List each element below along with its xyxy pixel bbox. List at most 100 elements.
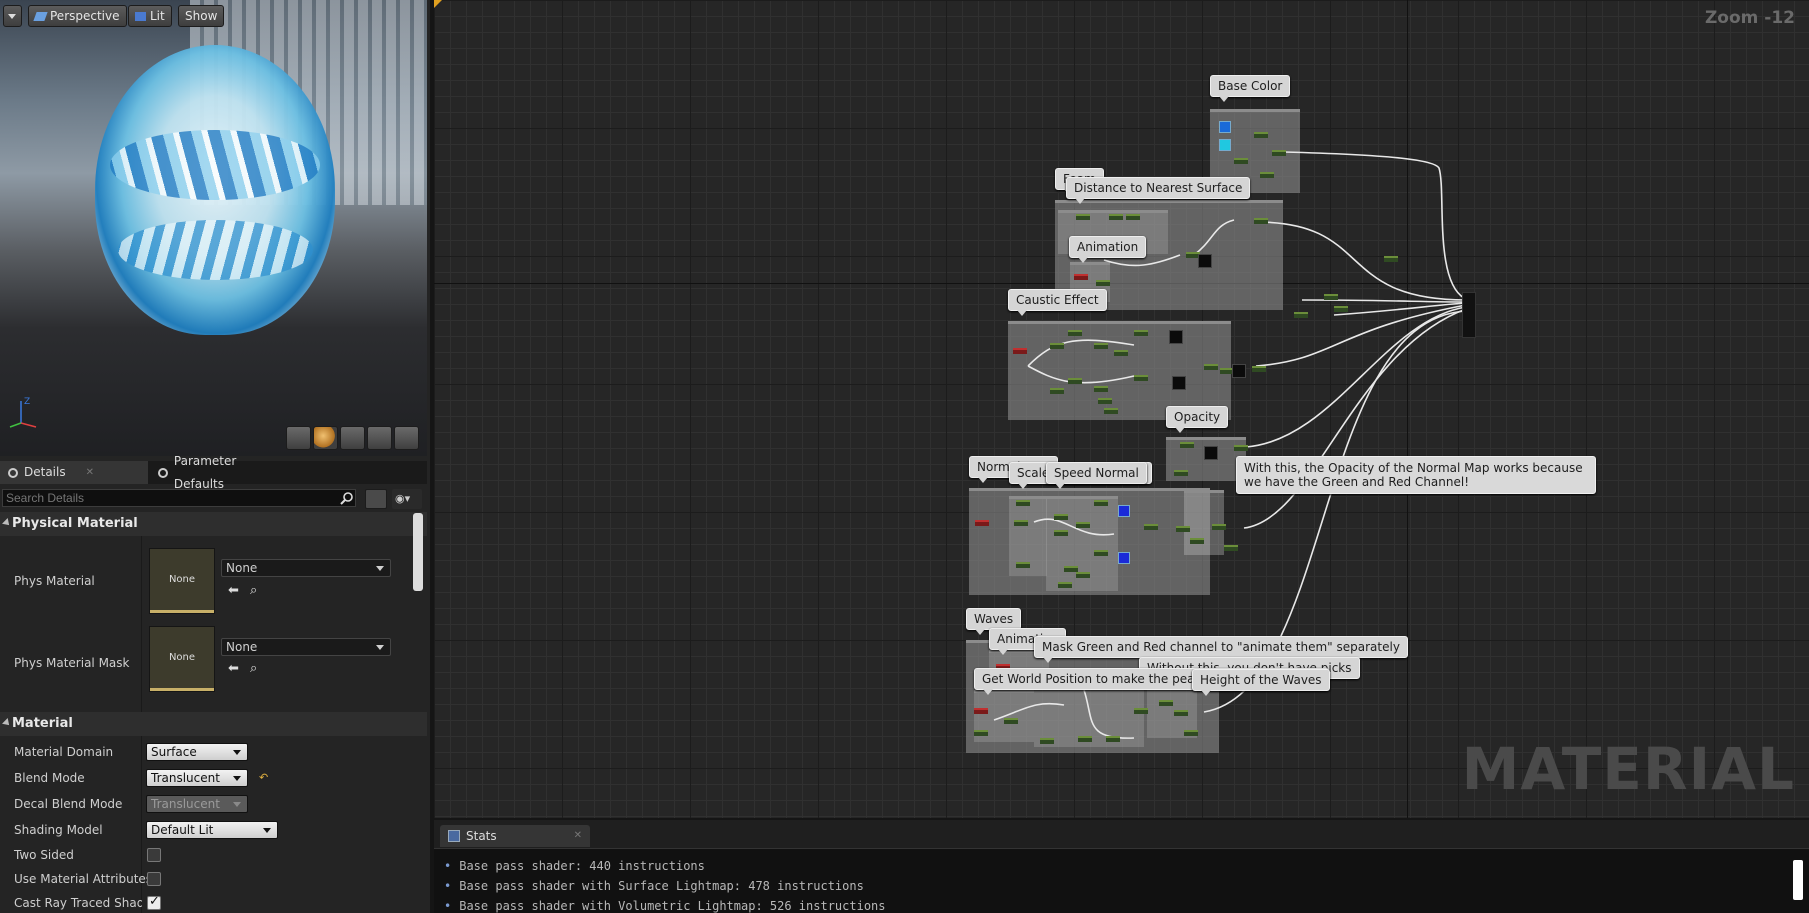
details-scrollbar[interactable]: [413, 513, 423, 591]
distance-node[interactable]: [1076, 214, 1090, 220]
world-position-node[interactable]: [974, 708, 988, 714]
scalar-node[interactable]: [1334, 306, 1348, 312]
color-param-node[interactable]: [1219, 139, 1231, 151]
multiply-node[interactable]: [1252, 366, 1266, 372]
panner-node[interactable]: [1016, 562, 1030, 568]
scalar-node[interactable]: [1054, 514, 1068, 520]
category-physical-material[interactable]: Physical Material: [0, 512, 427, 536]
scalar-node[interactable]: [1040, 738, 1054, 744]
comment-title-mask[interactable]: Mask Green and Red channel to "animate t…: [1034, 636, 1408, 663]
scalar-node[interactable]: [1098, 398, 1112, 404]
color-param-node[interactable]: [1219, 121, 1231, 133]
sine-node[interactable]: [1134, 708, 1148, 714]
multiply-node[interactable]: [1094, 500, 1108, 506]
tab-parameter-defaults[interactable]: Parameter Defaults: [150, 454, 296, 491]
cast-ray-traced-shadows-checkbox[interactable]: [147, 894, 161, 910]
panner-node[interactable]: [1068, 330, 1082, 336]
preview-mesh-button[interactable]: [394, 426, 419, 450]
close-icon[interactable]: ✕: [86, 461, 94, 484]
comment-title-base-color[interactable]: Base Color: [1210, 75, 1291, 102]
add-node[interactable]: [1076, 572, 1090, 578]
multiply-node[interactable]: [1184, 730, 1198, 736]
scalar-node[interactable]: [1180, 442, 1194, 448]
use-selected-arrow-icon[interactable]: ⬅: [228, 584, 242, 598]
lerp-node[interactable]: [1254, 132, 1268, 138]
reset-to-default-icon[interactable]: ↶: [259, 771, 269, 784]
multiply-node[interactable]: [1004, 718, 1018, 724]
scalar-node[interactable]: [1174, 470, 1188, 476]
texture-sample-node[interactable]: [1198, 254, 1212, 268]
show-button[interactable]: Show: [178, 5, 225, 27]
multiply-node[interactable]: [1254, 218, 1268, 224]
multiply-node[interactable]: [1114, 350, 1128, 356]
time-node[interactable]: [1074, 274, 1088, 280]
browse-search-icon[interactable]: ⌕: [250, 662, 264, 676]
normal-texture-node[interactable]: [1118, 552, 1130, 564]
tab-stats[interactable]: Stats ✕: [440, 825, 590, 847]
comment-title-waves[interactable]: Waves: [966, 608, 1022, 635]
lerp-node[interactable]: [1234, 445, 1248, 451]
view-options-list-icon[interactable]: [365, 489, 387, 509]
scalar-node[interactable]: [1094, 343, 1108, 349]
scalar-node[interactable]: [1054, 530, 1068, 536]
use-selected-arrow-icon[interactable]: ⬅: [228, 662, 242, 676]
browse-search-icon[interactable]: ⌕: [250, 584, 264, 598]
scalar-node[interactable]: [1234, 158, 1248, 164]
blend-node[interactable]: [1144, 524, 1158, 530]
scalar-node[interactable]: [1058, 582, 1072, 588]
lerp-node[interactable]: [1212, 524, 1226, 530]
comment-title-caustic[interactable]: Caustic Effect: [1008, 289, 1107, 316]
preview-viewport[interactable]: Perspective Lit Show Z: [0, 0, 427, 456]
time-node[interactable]: [1013, 348, 1027, 354]
eye-icon[interactable]: ◉▾: [392, 489, 422, 509]
two-sided-checkbox[interactable]: [147, 848, 161, 862]
scalar-node[interactable]: [1094, 386, 1108, 392]
material-output-node[interactable]: [1462, 292, 1476, 338]
phys-material-mask-dropdown[interactable]: None: [221, 638, 391, 656]
preview-plane-button[interactable]: [340, 426, 365, 450]
close-icon[interactable]: ✕: [574, 825, 582, 847]
lit-button[interactable]: Lit: [128, 5, 172, 27]
comment-title-height[interactable]: Height of the Waves: [1192, 669, 1330, 696]
preview-cube-button[interactable]: [367, 426, 392, 450]
stats-scrollbar[interactable]: [1793, 860, 1803, 900]
texture-sample-node[interactable]: [1172, 376, 1186, 390]
preview-cylinder-button[interactable]: [286, 426, 311, 450]
tab-details[interactable]: Details ✕: [0, 461, 148, 484]
comment-title-speed-normal[interactable]: Speed Normal: [1046, 462, 1147, 489]
scalar-node[interactable]: [1190, 538, 1204, 544]
add-node[interactable]: [1134, 375, 1148, 381]
category-material[interactable]: Material: [0, 712, 427, 736]
scalar-node[interactable]: [974, 730, 988, 736]
blend-mode-dropdown[interactable]: Translucent: [146, 769, 248, 787]
saturate-node[interactable]: [1126, 214, 1140, 220]
scalar-node[interactable]: [1224, 545, 1238, 551]
scalar-node[interactable]: [1294, 312, 1308, 318]
normal-texture-node[interactable]: [1118, 505, 1130, 517]
scalar-node[interactable]: [1159, 700, 1173, 706]
multiply-node[interactable]: [1094, 550, 1108, 556]
add-node[interactable]: [1078, 736, 1092, 742]
add-node[interactable]: [1204, 364, 1218, 370]
multiply-node[interactable]: [1272, 150, 1286, 156]
multiply-node[interactable]: [1106, 736, 1120, 742]
scalar-node[interactable]: [1324, 294, 1338, 300]
phys-material-thumbnail[interactable]: None: [149, 548, 215, 614]
phys-material-dropdown[interactable]: None: [221, 559, 391, 577]
comment-title-opacity[interactable]: Opacity: [1166, 406, 1229, 433]
texture-sample-node[interactable]: [1169, 330, 1183, 344]
texture-sample-node[interactable]: [1232, 364, 1246, 378]
panner-node[interactable]: [1016, 500, 1030, 506]
material-graph[interactable]: Base Color Foam Distance to Nearest Surf…: [434, 0, 1809, 818]
preview-sphere-button[interactable]: [313, 426, 338, 450]
panner-node[interactable]: [1096, 280, 1110, 286]
use-material-attributes-checkbox[interactable]: [147, 872, 161, 886]
texcoord-node[interactable]: [975, 520, 989, 526]
search-input[interactable]: [2, 489, 356, 507]
viewport-menu-button[interactable]: [3, 5, 22, 27]
divide-node[interactable]: [1109, 214, 1123, 220]
opacity-comment-note[interactable]: With this, the Opacity of the Normal Map…: [1236, 456, 1596, 494]
add-node[interactable]: [1260, 172, 1274, 178]
scalar-node[interactable]: [1104, 408, 1118, 414]
add-node[interactable]: [1076, 522, 1090, 528]
